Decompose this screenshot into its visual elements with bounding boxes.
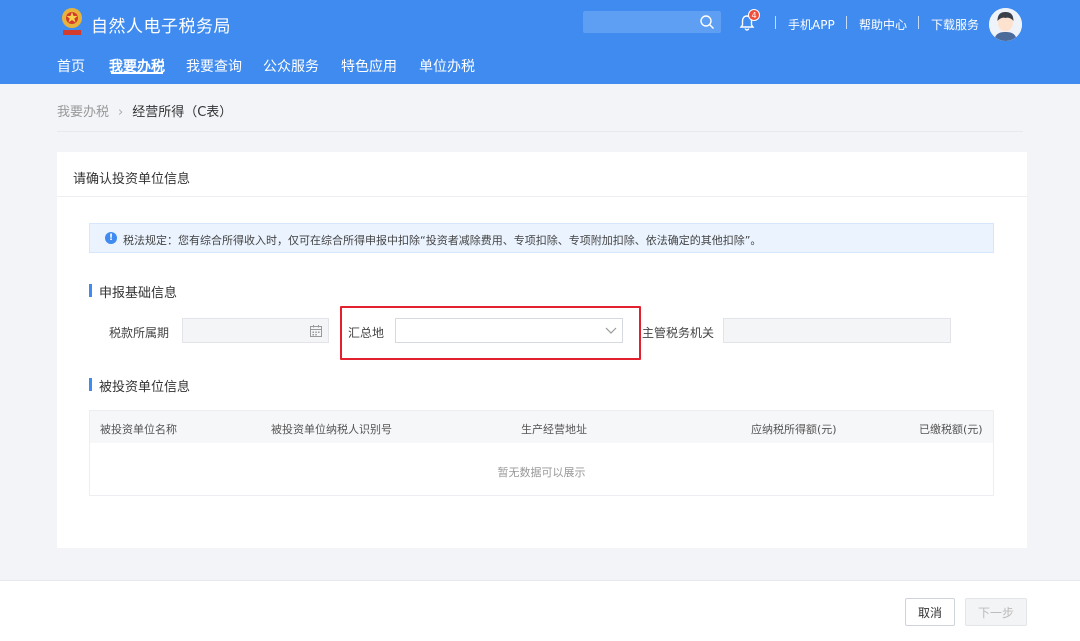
- tax-period-label: 税款所属期: [109, 326, 170, 340]
- download-service-link[interactable]: 下载服务: [931, 16, 979, 33]
- tax-authority-input[interactable]: [723, 318, 951, 343]
- column-header: 被投资单位纳税人识别号: [271, 423, 392, 436]
- info-icon: !: [105, 232, 117, 244]
- nav-special-apps[interactable]: 特色应用: [341, 56, 397, 76]
- nav-tax-filing[interactable]: 我要办税: [109, 56, 165, 76]
- search-icon[interactable]: [699, 14, 715, 30]
- header-separator: [775, 16, 776, 29]
- header-separator: [846, 16, 847, 29]
- investee-section-title: 被投资单位信息: [89, 376, 190, 395]
- tax-emblem-icon: [58, 6, 86, 38]
- calendar-icon[interactable]: [309, 324, 323, 338]
- notification-badge: 4: [748, 9, 760, 21]
- next-step-button[interactable]: 下一步: [965, 598, 1027, 626]
- cancel-button[interactable]: 取消: [905, 598, 955, 626]
- app-title[interactable]: 自然人电子税务局: [91, 12, 231, 37]
- investee-table: 被投资单位名称 被投资单位纳税人识别号 生产经营地址 应纳税所得额(元) 已缴税…: [89, 410, 994, 496]
- mobile-app-link[interactable]: 手机APP: [788, 16, 835, 33]
- basic-info-section-title: 申报基础信息: [89, 282, 177, 301]
- nav-public-service[interactable]: 公众服务: [263, 56, 319, 76]
- column-header: 被投资单位名称: [100, 423, 177, 436]
- column-header: 生产经营地址: [521, 423, 587, 436]
- card-title: 请确认投资单位信息: [73, 172, 191, 187]
- breadcrumb-divider: [57, 131, 1023, 132]
- action-footer: 取消 下一步: [0, 580, 1080, 641]
- breadcrumb-current: 经营所得（C表）: [132, 105, 233, 120]
- nav-unit-tax[interactable]: 单位办税: [419, 56, 475, 76]
- tax-period-input[interactable]: [182, 318, 329, 343]
- table-header: 被投资单位名称 被投资单位纳税人识别号 生产经营地址 应纳税所得额(元) 已缴税…: [90, 411, 993, 443]
- top-header: 自然人电子税务局 4 手机APP 帮助中心 下载服务 首页 我要办税 我要查询 …: [0, 0, 1080, 84]
- column-header: 已缴税额(元): [919, 423, 983, 436]
- column-header: 应纳税所得额(元): [751, 423, 837, 436]
- chevron-right-icon: ›: [118, 105, 124, 120]
- help-center-link[interactable]: 帮助中心: [859, 16, 907, 33]
- summary-place-select[interactable]: [395, 318, 623, 343]
- tax-authority-label: 主管税务机关: [642, 326, 715, 340]
- investment-info-card: 请确认投资单位信息 ! 税法规定：您有综合所得收入时，仅可在综合所得申报中扣除“…: [57, 152, 1027, 548]
- nav-home[interactable]: 首页: [57, 56, 85, 76]
- summary-place-label: 汇总地: [348, 326, 385, 340]
- chevron-down-icon: [605, 327, 617, 334]
- search-input[interactable]: [583, 11, 721, 33]
- tax-law-notice: ! 税法规定：您有综合所得收入时，仅可在综合所得申报中扣除“投资者减除费用、专项…: [89, 223, 994, 253]
- empty-table-message: 暂无数据可以展示: [497, 466, 586, 479]
- nav-query[interactable]: 我要查询: [186, 56, 242, 76]
- breadcrumb: 我要办税 › 经营所得（C表）: [57, 101, 232, 120]
- notice-text: 税法规定：您有综合所得收入时，仅可在综合所得申报中扣除“投资者减除费用、专项扣除…: [123, 234, 762, 247]
- breadcrumb-parent[interactable]: 我要办税: [57, 105, 109, 120]
- card-divider: [57, 196, 1027, 197]
- user-avatar[interactable]: [989, 8, 1022, 41]
- header-separator: [918, 16, 919, 29]
